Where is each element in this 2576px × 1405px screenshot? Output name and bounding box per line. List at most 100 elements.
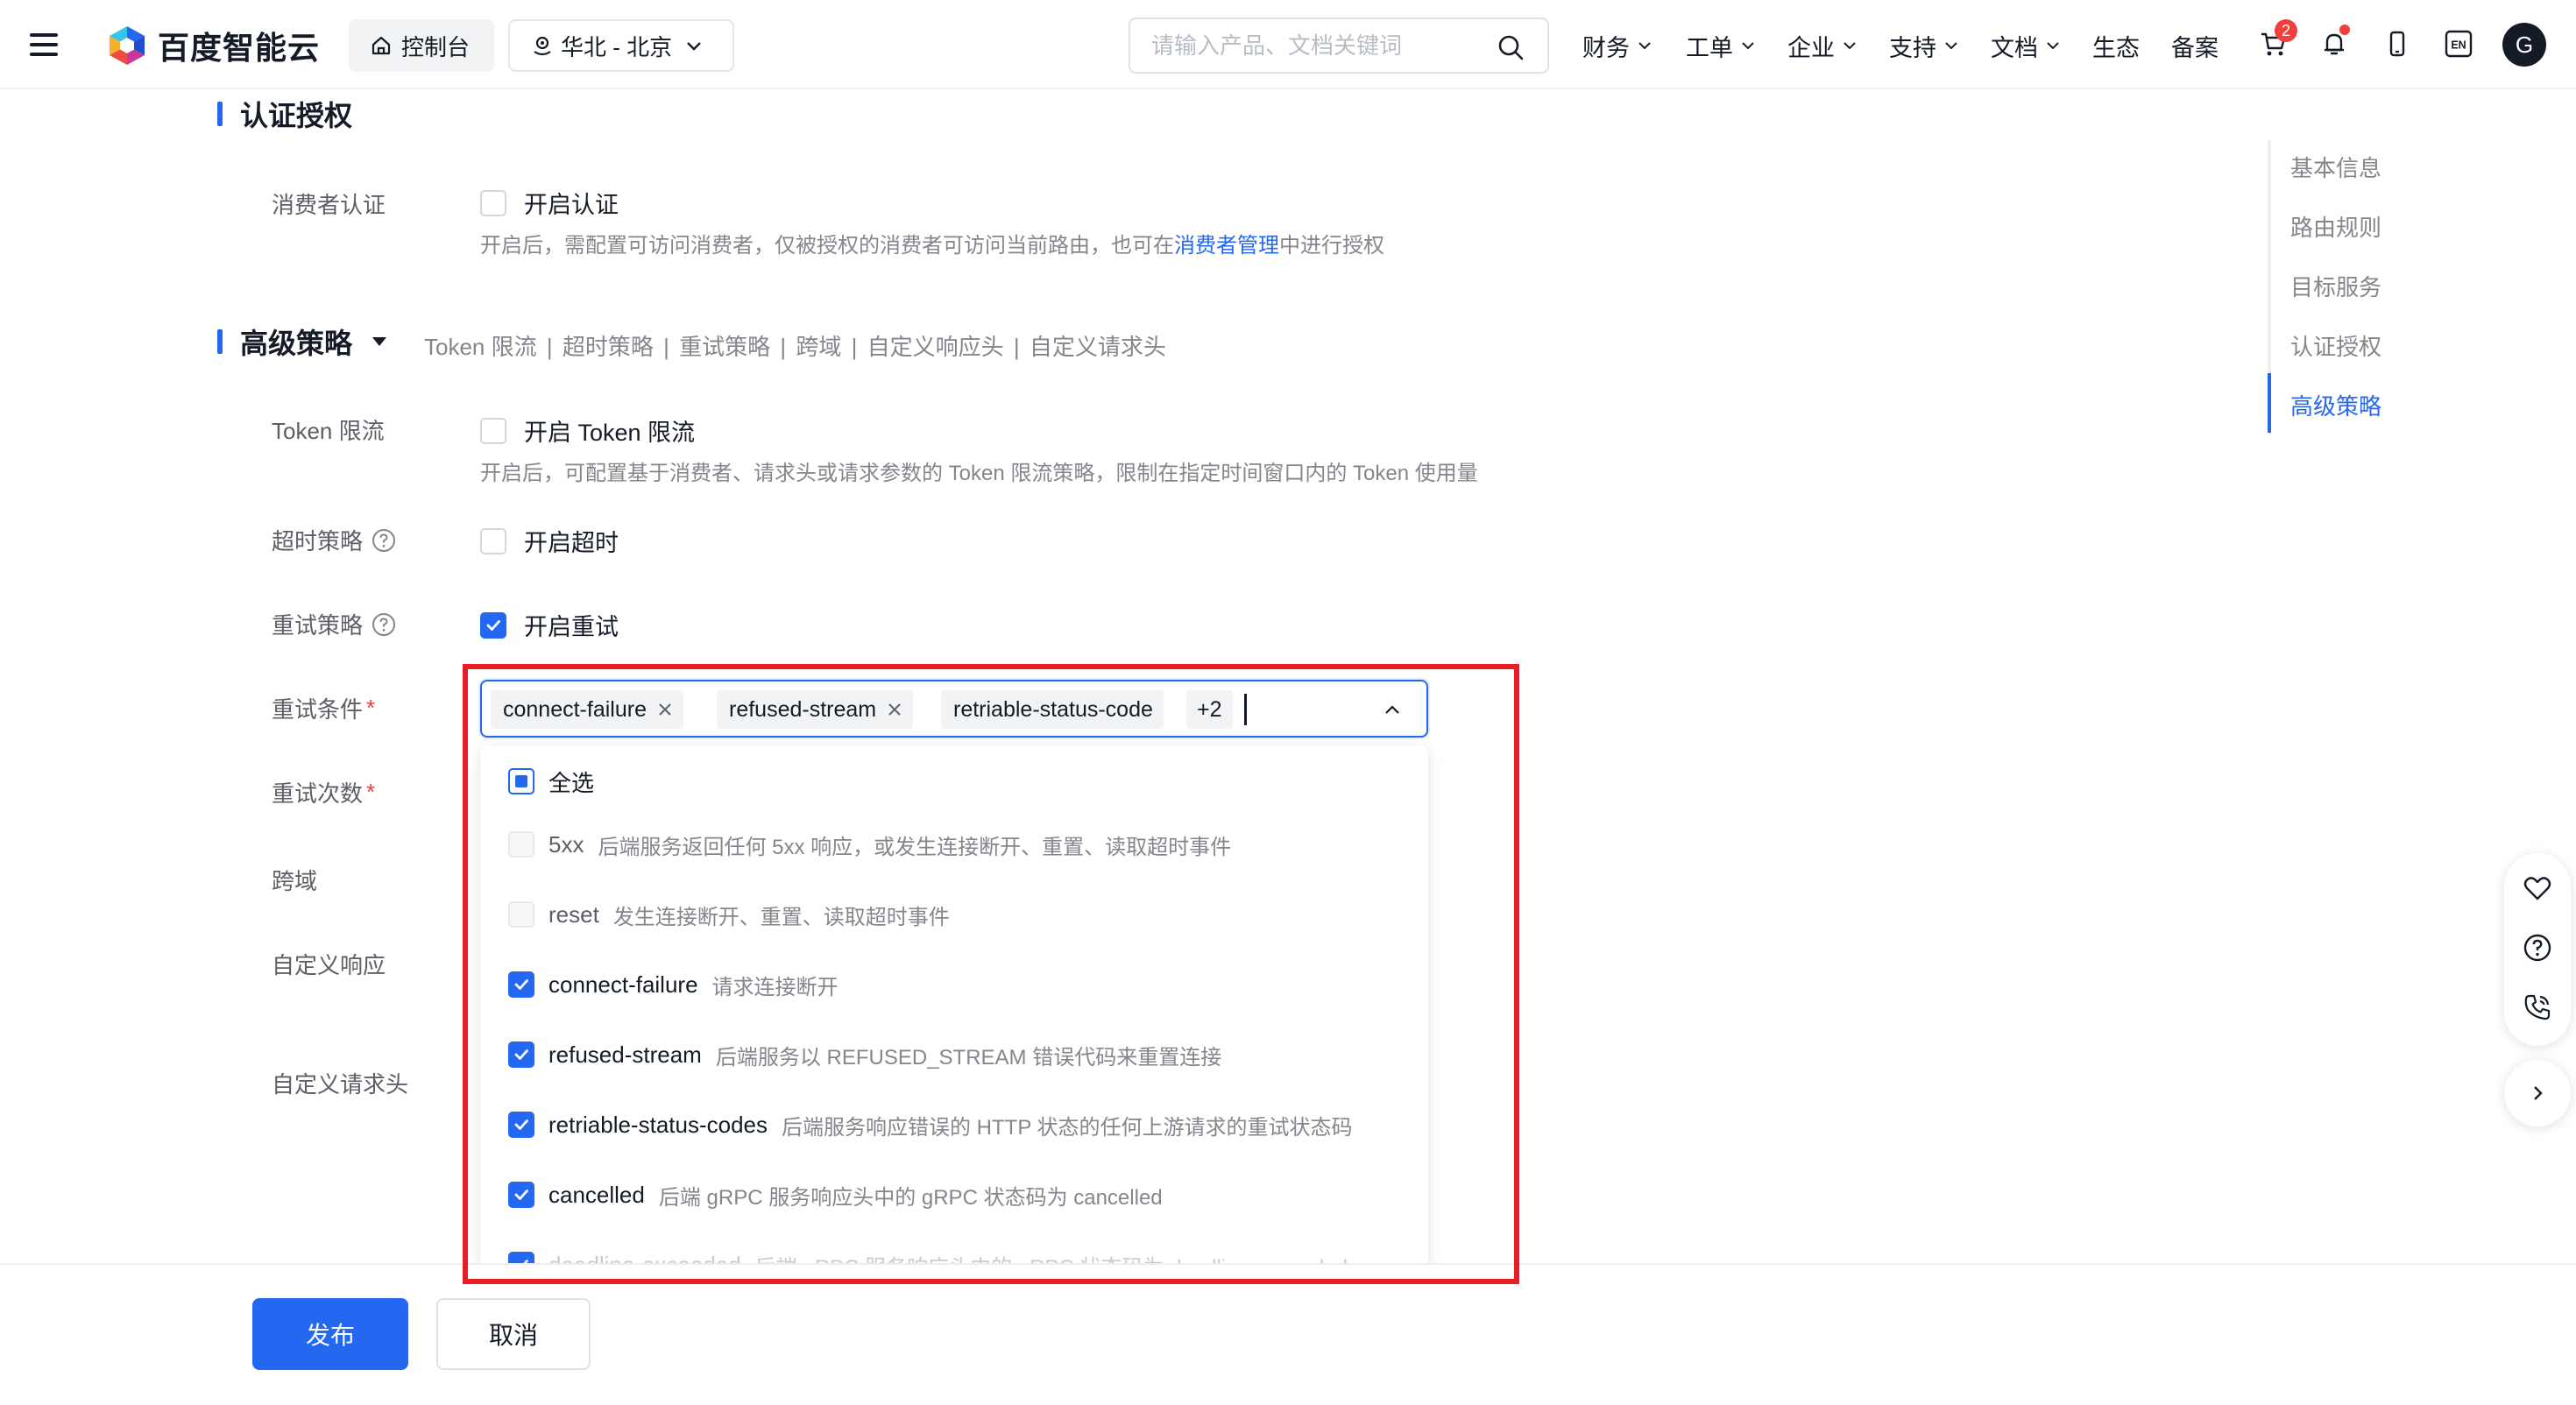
help-icon[interactable] — [372, 612, 396, 637]
nav-enterprise[interactable]: 企业 — [1787, 30, 1858, 61]
nav-finance[interactable]: 财务 — [1582, 30, 1652, 61]
retry-condition-select[interactable]: connect-failure refused-stream retriable… — [480, 680, 1428, 738]
option-retriable-status-codes[interactable]: retriable-status-codes 后端服务响应错误的 HTTP 状态… — [508, 1107, 1353, 1142]
chevron-down-icon — [1742, 42, 1754, 50]
heart-icon[interactable] — [2522, 872, 2553, 904]
avatar[interactable]: G — [2502, 23, 2546, 67]
chevron-down-icon — [1945, 42, 1957, 50]
option-name: cancelled — [548, 1181, 645, 1208]
option-refused-stream[interactable]: refused-stream 后端服务以 REFUSED_STREAM 错误代码… — [508, 1037, 1221, 1072]
option-checkbox — [508, 901, 534, 928]
menu-icon[interactable] — [30, 33, 58, 56]
nav-docs[interactable]: 文档 — [1991, 30, 2061, 61]
search-input[interactable] — [1151, 30, 1484, 61]
location-icon — [534, 36, 551, 56]
nav-ecosystem[interactable]: 生态 — [2092, 30, 2140, 61]
cart-button[interactable]: 2 — [2255, 19, 2297, 61]
retry-condition-label: 重试条件 * — [272, 692, 375, 724]
cors-label: 跨域 — [272, 864, 317, 896]
cancel-button[interactable]: 取消 — [436, 1298, 591, 1370]
anchor-auth[interactable]: 认证授权 — [2290, 329, 2381, 362]
retry-count-label: 重试次数 * — [272, 776, 375, 808]
brand-logo[interactable]: 百度智能云 — [105, 23, 320, 68]
consumer-auth-checkbox-box[interactable] — [480, 189, 506, 216]
consumer-auth-checkbox[interactable]: 开启认证 — [480, 186, 619, 220]
close-icon[interactable] — [657, 702, 673, 717]
anchor-target-service[interactable]: 目标服务 — [2290, 270, 2381, 302]
select-all-checkbox[interactable] — [508, 768, 534, 794]
option-checkbox[interactable] — [508, 1041, 534, 1068]
chevron-down-icon — [2047, 42, 2059, 50]
consumer-auth-label-text: 消费者认证 — [272, 192, 386, 218]
chevron-up-icon[interactable] — [1383, 701, 1402, 720]
consumer-management-link[interactable]: 消费者管理 — [1174, 234, 1279, 258]
brand-name: 百度智能云 — [158, 30, 321, 66]
timeout-checkbox[interactable]: 开启超时 — [480, 524, 619, 558]
phone-call-icon[interactable] — [2522, 992, 2553, 1023]
retry-checkbox[interactable]: 开启重试 — [480, 608, 619, 642]
check-icon — [514, 1049, 528, 1060]
advanced-summary-item: 重试策略 — [679, 334, 771, 360]
token-limit-label: Token 限流 — [272, 413, 385, 446]
advanced-summary-item: 自定义响应头 — [867, 334, 1004, 360]
retry-condition-label-text: 重试条件 — [272, 696, 364, 723]
nav-docs-label: 文档 — [1991, 34, 2038, 61]
region-selector[interactable]: 华北 - 北京 — [508, 19, 734, 72]
option-connect-failure[interactable]: connect-failure 请求连接断开 — [508, 967, 839, 1002]
console-button[interactable]: 控制台 — [349, 19, 494, 72]
console-label: 控制台 — [401, 33, 471, 60]
required-mark: * — [366, 695, 376, 721]
notification-dot — [2339, 25, 2350, 35]
search-icon[interactable] — [1497, 33, 1525, 61]
custom-request-header-label-text: 自定义请求头 — [272, 1071, 409, 1098]
token-limit-checkbox[interactable]: 开启 Token 限流 — [480, 413, 695, 448]
check-icon — [514, 1190, 528, 1200]
option-desc: 发生连接断开、重置、读取超时事件 — [612, 905, 950, 929]
anchor-basic-info[interactable]: 基本信息 — [2290, 151, 2381, 183]
publish-button[interactable]: 发布 — [252, 1298, 408, 1370]
option-desc: 请求连接断开 — [711, 975, 839, 999]
option-checkbox[interactable] — [508, 971, 534, 998]
close-icon[interactable] — [887, 702, 902, 717]
help-icon[interactable] — [372, 528, 396, 553]
advanced-summary-sep: | — [546, 334, 553, 360]
floating-toolbar — [2504, 853, 2571, 1046]
option-checkbox[interactable] — [508, 1112, 534, 1138]
anchor-route-rules[interactable]: 路由规则 — [2290, 210, 2381, 243]
caret-down-icon[interactable] — [372, 336, 387, 347]
nav-icp[interactable]: 备案 — [2171, 30, 2219, 61]
required-mark: * — [366, 779, 376, 805]
token-limit-hint: 开启后，可配置基于消费者、请求头或请求参数的 Token 限流策略，限制在指定时… — [480, 462, 1478, 485]
retry-label-text: 重试策略 — [272, 612, 364, 639]
notification-button[interactable] — [2317, 25, 2352, 61]
help-icon[interactable] — [2522, 932, 2553, 964]
option-name: 5xx — [548, 830, 584, 858]
tag-label: refused-stream — [729, 696, 877, 722]
language-icon: EN — [2445, 30, 2473, 58]
advanced-summary-sep: | — [663, 334, 669, 360]
option-name: 全选 — [548, 769, 595, 796]
nav-support[interactable]: 支持 — [1889, 30, 1959, 61]
token-limit-checkbox-box[interactable] — [480, 417, 506, 444]
cart-badge: 2 — [2275, 19, 2297, 42]
chevron-right-icon — [2534, 1086, 2543, 1100]
timeout-checkbox-box[interactable] — [480, 527, 506, 554]
option-select-all[interactable]: 全选 — [508, 764, 594, 799]
option-desc: 后端服务返回任何 5xx 响应，或发生连接断开、重置、读取超时事件 — [598, 835, 1232, 859]
option-cancelled[interactable]: cancelled 后端 gRPC 服务响应头中的 gRPC 状态码为 canc… — [508, 1177, 1163, 1212]
option-name: retriable-status-codes — [548, 1111, 768, 1138]
anchor-advanced[interactable]: 高级策略 — [2290, 389, 2381, 421]
expand-panel-button[interactable] — [2504, 1060, 2571, 1126]
mobile-button[interactable] — [2380, 26, 2415, 61]
phone-icon — [2389, 31, 2405, 57]
advanced-section-title: 高级策略 — [217, 324, 352, 359]
nav-enterprise-label: 企业 — [1787, 34, 1835, 61]
search-box — [1129, 18, 1549, 74]
timeout-label: 超时策略 — [272, 524, 396, 556]
language-button[interactable]: EN — [2441, 26, 2476, 61]
more-tags-count[interactable]: +2 — [1186, 690, 1233, 729]
option-checkbox[interactable] — [508, 1182, 534, 1208]
consumer-auth-checkbox-label: 开启认证 — [524, 192, 619, 218]
nav-ticket[interactable]: 工单 — [1686, 30, 1756, 61]
retry-checkbox-box[interactable] — [480, 611, 506, 639]
